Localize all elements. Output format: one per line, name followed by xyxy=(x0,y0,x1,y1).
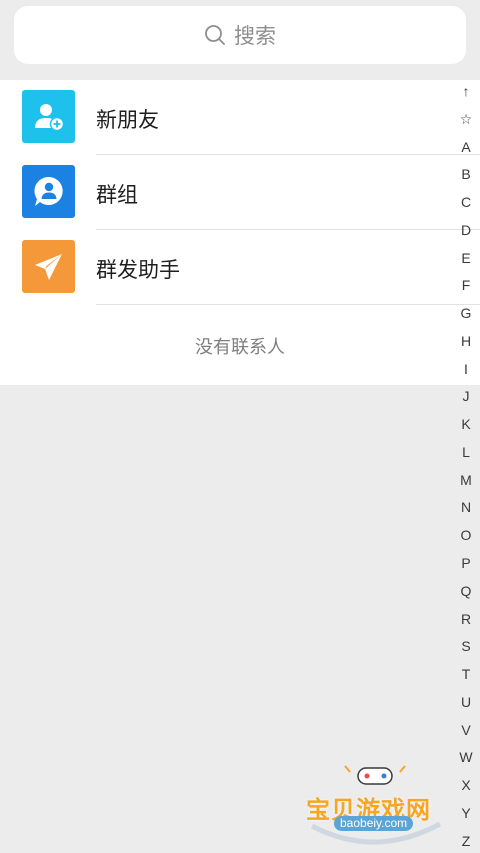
index-letter[interactable]: Y xyxy=(461,805,470,821)
search-input[interactable]: 搜索 xyxy=(14,6,466,64)
list-item-new-friends[interactable]: 新朋友 xyxy=(0,80,480,155)
index-letter[interactable]: Q xyxy=(461,583,472,599)
empty-state-text: 没有联系人 xyxy=(195,337,285,357)
index-letter[interactable]: J xyxy=(463,388,470,404)
search-area: 搜索 xyxy=(0,0,480,80)
watermark-url: baobeiy.com xyxy=(334,816,414,831)
search-placeholder: 搜索 xyxy=(234,25,276,48)
index-letter[interactable]: T xyxy=(462,666,471,682)
index-letter[interactable]: G xyxy=(461,305,472,321)
group-chat-icon xyxy=(22,165,75,218)
list-item-label: 新朋友 xyxy=(96,109,159,132)
index-letter[interactable]: P xyxy=(461,555,470,571)
index-letter[interactable]: H xyxy=(461,333,471,349)
paper-plane-icon xyxy=(22,240,75,293)
index-letter[interactable]: A xyxy=(461,139,470,155)
index-letter[interactable]: ↑ xyxy=(463,83,470,99)
index-letter[interactable]: S xyxy=(461,638,470,654)
index-letter[interactable]: B xyxy=(461,166,470,182)
add-user-icon xyxy=(22,90,75,143)
index-letter[interactable]: D xyxy=(461,222,471,238)
index-letter[interactable]: V xyxy=(461,722,470,738)
contact-list: 新朋友 群组 群发助手 没有联系人 xyxy=(0,80,480,385)
list-item-groups[interactable]: 群组 xyxy=(0,155,480,230)
index-letter[interactable]: R xyxy=(461,611,471,627)
search-icon xyxy=(205,25,225,45)
index-letter[interactable]: X xyxy=(461,777,470,793)
index-letter[interactable]: C xyxy=(461,194,471,210)
alphabet-index-bar[interactable]: ↑ ☆ A B C D E F G H I J K L M N O P Q R S T U V W X Y Z xyxy=(452,83,480,849)
index-letter[interactable]: E xyxy=(461,250,470,266)
list-item-label: 群发助手 xyxy=(96,259,180,282)
index-letter[interactable]: N xyxy=(461,499,471,515)
index-letter[interactable]: O xyxy=(461,527,472,543)
index-letter[interactable]: L xyxy=(462,444,470,460)
index-letter[interactable]: I xyxy=(464,361,468,377)
index-letter[interactable]: W xyxy=(459,749,472,765)
index-letter[interactable]: K xyxy=(461,416,470,432)
index-letter[interactable]: F xyxy=(462,277,471,293)
list-item-label: 群组 xyxy=(96,184,138,207)
list-item-broadcast-assistant[interactable]: 群发助手 xyxy=(0,230,480,305)
index-letter[interactable]: U xyxy=(461,694,471,710)
index-letter[interactable]: Z xyxy=(462,833,471,849)
index-letter[interactable]: ☆ xyxy=(460,111,473,127)
index-letter[interactable]: M xyxy=(460,472,472,488)
divider xyxy=(96,304,480,305)
watermark-logo: 宝贝游戏网 baobeiy.com xyxy=(300,764,450,849)
